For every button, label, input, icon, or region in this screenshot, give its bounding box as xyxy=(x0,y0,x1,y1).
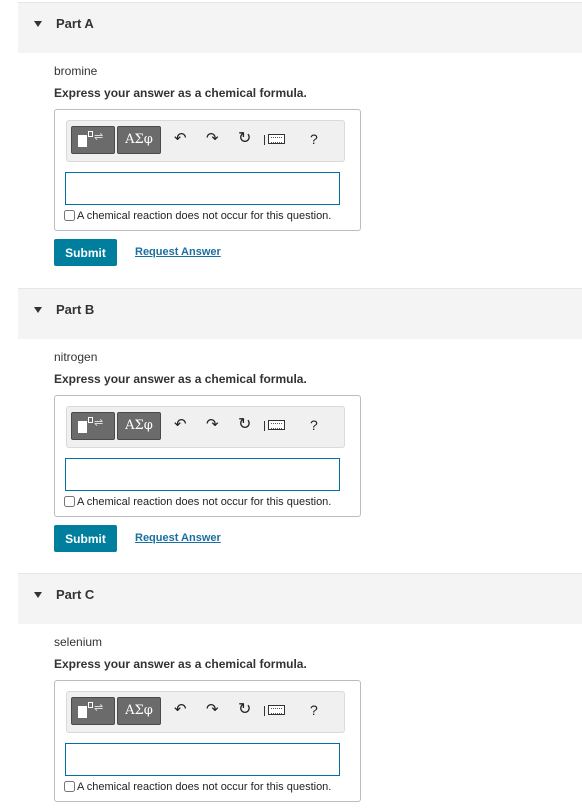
templates-button[interactable]: ⇌ xyxy=(71,412,115,440)
part-a-header[interactable]: Part A xyxy=(18,2,582,53)
templates-button[interactable]: ⇌ xyxy=(71,697,115,725)
answer-box: ⇌ ΑΣφ ↶ ↷ ↻ ? A chemical reaction does n… xyxy=(54,395,361,517)
request-answer-link[interactable]: Request Answer xyxy=(135,246,221,258)
reset-icon[interactable]: ↻ xyxy=(238,130,251,148)
undo-icon[interactable]: ↶ xyxy=(174,130,187,148)
answer-input[interactable] xyxy=(65,172,340,205)
undo-icon[interactable]: ↶ xyxy=(174,701,187,719)
redo-icon[interactable]: ↷ xyxy=(206,701,219,719)
no-reaction-label: A chemical reaction does not occur for t… xyxy=(77,210,332,222)
part-title: Part A xyxy=(56,16,94,31)
help-icon[interactable]: ? xyxy=(310,701,318,719)
part-c: Part C selenium Express your answer as a… xyxy=(0,573,582,809)
greek-symbols-button[interactable]: ΑΣφ xyxy=(117,412,161,440)
element-name: bromine xyxy=(54,64,98,78)
submit-button[interactable]: Submit xyxy=(54,525,117,552)
instruction-text: Express your answer as a chemical formul… xyxy=(54,657,307,671)
element-name: selenium xyxy=(54,635,103,649)
answer-input[interactable] xyxy=(65,458,340,491)
reset-icon[interactable]: ↻ xyxy=(238,701,251,719)
collapse-caret-icon[interactable] xyxy=(34,307,42,313)
help-icon[interactable]: ? xyxy=(310,130,318,148)
part-b: Part B nitrogen Express your answer as a… xyxy=(0,288,582,558)
math-toolbar: ⇌ ΑΣφ ↶ ↷ ↻ ? xyxy=(66,406,345,448)
no-reaction-checkbox[interactable] xyxy=(64,210,75,221)
part-c-header[interactable]: Part C xyxy=(18,573,582,624)
no-reaction-option[interactable]: A chemical reaction does not occur for t… xyxy=(64,210,331,222)
greek-symbols-button[interactable]: ΑΣφ xyxy=(117,126,161,154)
no-reaction-label: A chemical reaction does not occur for t… xyxy=(77,496,332,508)
no-reaction-option[interactable]: A chemical reaction does not occur for t… xyxy=(64,781,331,793)
element-name: nitrogen xyxy=(54,350,98,364)
answer-box: ⇌ ΑΣφ ↶ ↷ ↻ ? A chemical reaction does n… xyxy=(54,680,361,802)
math-toolbar: ⇌ ΑΣφ ↶ ↷ ↻ ? xyxy=(66,120,345,162)
undo-icon[interactable]: ↶ xyxy=(174,416,187,434)
collapse-caret-icon[interactable] xyxy=(34,592,42,598)
reset-icon[interactable]: ↻ xyxy=(238,416,251,434)
instruction-text: Express your answer as a chemical formul… xyxy=(54,86,307,100)
collapse-caret-icon[interactable] xyxy=(34,21,42,27)
part-title: Part B xyxy=(56,302,95,317)
greek-symbols-button[interactable]: ΑΣφ xyxy=(117,697,161,725)
help-icon[interactable]: ? xyxy=(310,416,318,434)
math-toolbar: ⇌ ΑΣφ ↶ ↷ ↻ ? xyxy=(66,691,345,733)
instruction-text: Express your answer as a chemical formul… xyxy=(54,372,307,386)
answer-input[interactable] xyxy=(65,743,340,776)
no-reaction-option[interactable]: A chemical reaction does not occur for t… xyxy=(64,496,331,508)
no-reaction-checkbox[interactable] xyxy=(64,496,75,507)
part-a: Part A bromine Express your answer as a … xyxy=(0,2,582,272)
request-answer-link[interactable]: Request Answer xyxy=(135,532,221,544)
part-title: Part C xyxy=(56,587,95,602)
submit-button[interactable]: Submit xyxy=(54,239,117,266)
answer-box: ⇌ ΑΣφ ↶ ↷ ↻ ? A chemical reaction does n… xyxy=(54,109,361,231)
no-reaction-checkbox[interactable] xyxy=(64,781,75,792)
part-b-header[interactable]: Part B xyxy=(18,288,582,339)
no-reaction-label: A chemical reaction does not occur for t… xyxy=(77,781,332,793)
redo-icon[interactable]: ↷ xyxy=(206,416,219,434)
templates-button[interactable]: ⇌ xyxy=(71,126,115,154)
redo-icon[interactable]: ↷ xyxy=(206,130,219,148)
